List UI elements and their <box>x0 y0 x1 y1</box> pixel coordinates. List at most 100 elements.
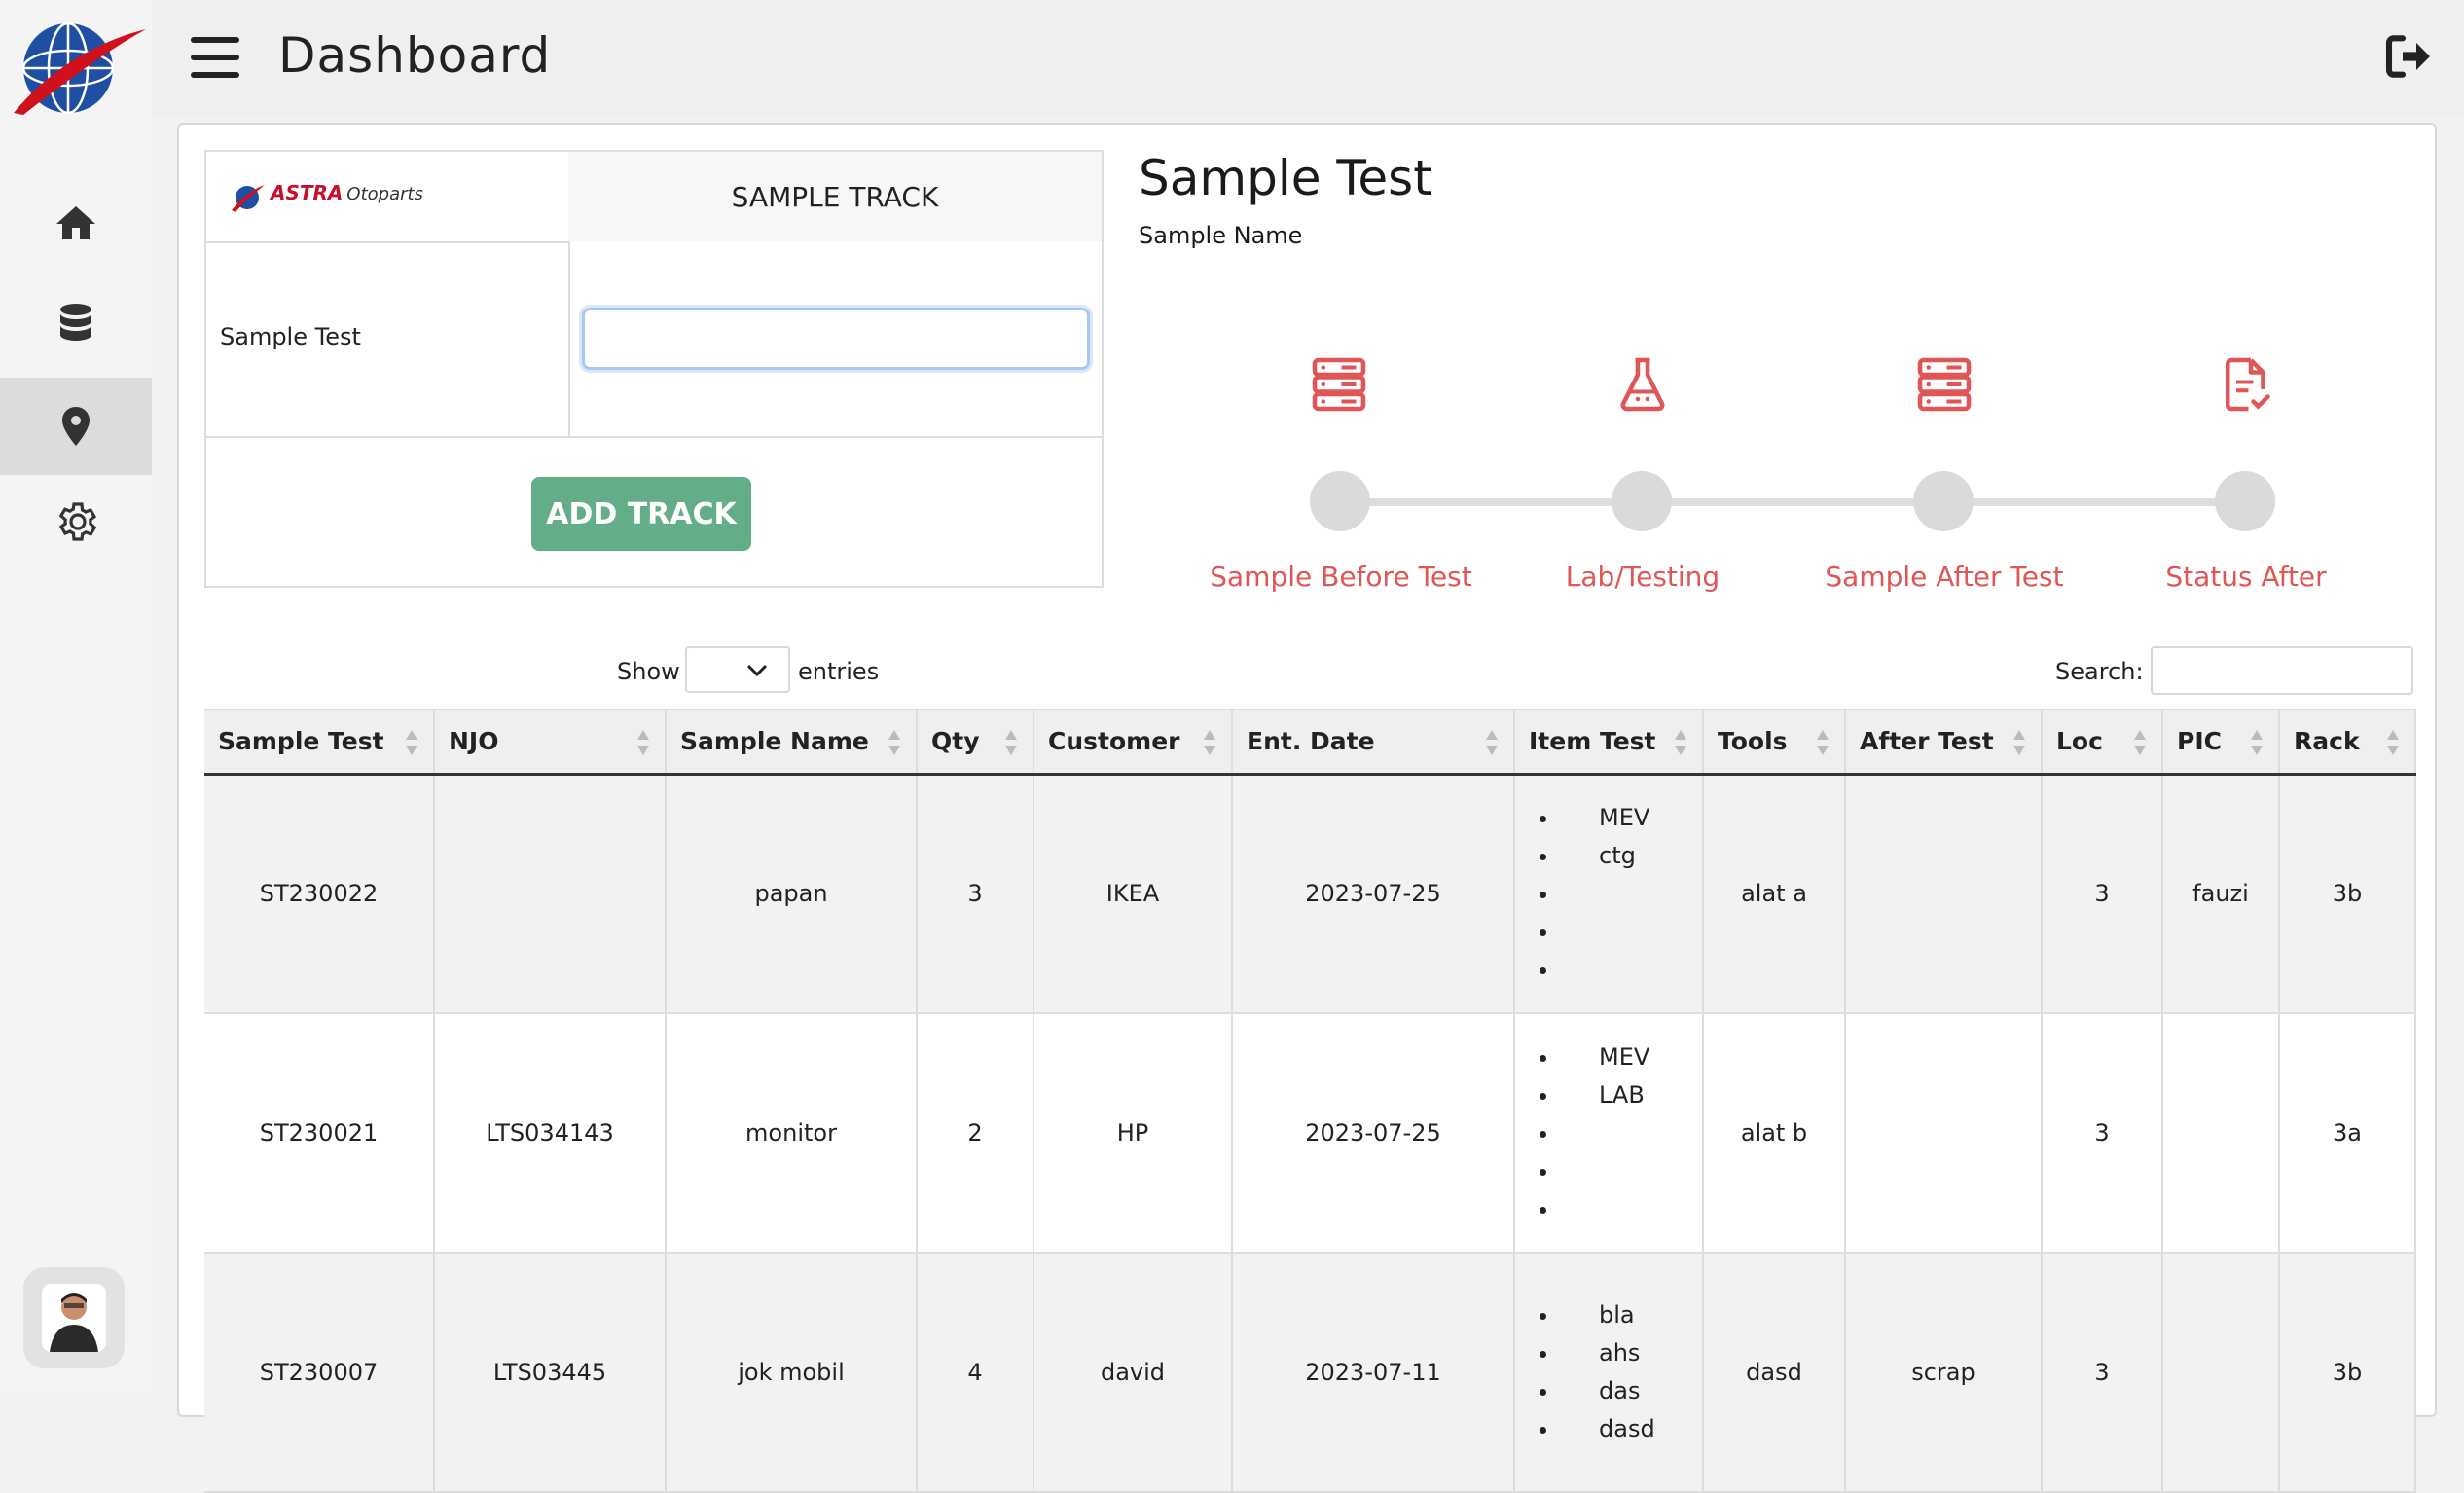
col-header-loc[interactable]: Loc <box>2042 709 2163 776</box>
server-icon <box>1312 357 1366 412</box>
step-label-sample-after-test: Sample After Test <box>1825 561 2064 593</box>
sort-icon <box>406 730 417 755</box>
cell-tools: alat b <box>1703 1013 1846 1254</box>
cell-after-test <box>1845 774 2043 1014</box>
sort-icon <box>637 730 649 755</box>
sidebar-item-settings[interactable] <box>0 473 152 570</box>
sample-test-input[interactable] <box>582 308 1090 370</box>
cell-sample-name: monitor <box>666 1013 918 1254</box>
step-dot-2 <box>1612 471 1672 531</box>
cell-rack: 3b <box>2279 774 2416 1014</box>
col-header-sample-name[interactable]: Sample Name <box>666 709 918 776</box>
database-icon <box>60 304 91 341</box>
cell-loc: 3 <box>2042 1013 2163 1254</box>
cell-qty: 4 <box>917 1253 1034 1493</box>
list-item: MEV <box>1560 799 1701 837</box>
sort-icon <box>2134 730 2146 755</box>
col-header-after-test[interactable]: After Test <box>1845 709 2043 776</box>
user-avatar-button[interactable] <box>23 1267 125 1368</box>
home-icon <box>56 206 95 239</box>
sort-icon <box>2387 730 2399 755</box>
cell-item-test: MEV LAB <box>1514 1013 1704 1254</box>
app-logo[interactable] <box>10 12 146 119</box>
entries-select[interactable] <box>685 646 790 693</box>
add-track-button[interactable]: ADD TRACK <box>531 477 751 551</box>
sidebar <box>0 0 152 1392</box>
sample-test-label: Sample Test <box>220 323 361 350</box>
col-header-tools[interactable]: Tools <box>1703 709 1846 776</box>
logout-icon[interactable] <box>2382 29 2437 84</box>
search-input[interactable] <box>2151 646 2413 695</box>
cell-rack: 3a <box>2279 1013 2416 1254</box>
file-check-icon <box>2226 357 2270 412</box>
step-dot-4 <box>2215 471 2275 531</box>
list-item: MEV <box>1560 1038 1701 1076</box>
cell-sample-name: papan <box>666 774 918 1014</box>
cell-item-test: bla ahs das dasd <box>1514 1253 1704 1493</box>
cell-pic: fauzi <box>2162 774 2280 1014</box>
cell-njo <box>434 774 667 1014</box>
step-label-sample-before-test: Sample Before Test <box>1210 561 1472 593</box>
cell-customer: david <box>1033 1253 1233 1493</box>
step-dot-1 <box>1310 471 1370 531</box>
col-header-rack[interactable]: Rack <box>2279 709 2416 776</box>
table-row[interactable]: ST230021 LTS034143 monitor 2 HP 2023-07-… <box>204 1013 2416 1254</box>
item-test-list: MEV ctg <box>1515 799 1701 989</box>
table-header-row: Sample Test NJO Sample Name Qty Customer… <box>204 709 2416 776</box>
flask-icon <box>1620 357 1665 412</box>
sort-icon <box>1005 730 1017 755</box>
brand-name: ASTRA Otoparts <box>271 181 423 204</box>
cell-qty: 3 <box>917 774 1034 1014</box>
server-icon <box>1917 357 1972 412</box>
col-header-customer[interactable]: Customer <box>1033 709 1233 776</box>
sample-name-subtitle: Sample Name <box>1139 222 1303 249</box>
cell-customer: IKEA <box>1033 774 1233 1014</box>
sample-track-form: ASTRA Otoparts SAMPLE TRACK Sample Test A… <box>204 150 1104 588</box>
cell-pic <box>2162 1013 2280 1254</box>
cell-sample-name: jok mobil <box>666 1253 918 1493</box>
col-header-item-test[interactable]: Item Test <box>1514 709 1704 776</box>
cell-njo: LTS034143 <box>434 1013 667 1254</box>
cell-sample-test: ST230022 <box>204 774 435 1014</box>
top-bar: Dashboard <box>152 0 2464 115</box>
list-item <box>1560 1152 1701 1190</box>
cell-tools: alat a <box>1703 774 1846 1014</box>
show-label: Show <box>617 658 680 685</box>
menu-toggle-button[interactable] <box>191 37 239 78</box>
cell-loc: 3 <box>2042 774 2163 1014</box>
cell-rack: 3b <box>2279 1253 2416 1493</box>
table-row[interactable]: ST230007 LTS03445 jok mobil 4 david 2023… <box>204 1253 2416 1493</box>
sample-track-header: SAMPLE TRACK <box>568 152 1102 241</box>
cell-ent-date: 2023-07-11 <box>1232 1253 1515 1493</box>
cell-after-test: scrap <box>1845 1253 2043 1493</box>
sidebar-item-database[interactable] <box>0 274 152 372</box>
list-item: bla <box>1560 1296 1701 1334</box>
item-test-list: bla ahs das dasd <box>1515 1296 1701 1448</box>
col-header-njo[interactable]: NJO <box>434 709 667 776</box>
item-test-list: MEV LAB <box>1515 1038 1701 1228</box>
hamburger-icon <box>191 37 239 43</box>
cell-ent-date: 2023-07-25 <box>1232 1013 1515 1254</box>
cell-after-test <box>1845 1013 2043 1254</box>
step-dot-3 <box>1913 471 1974 531</box>
list-item <box>1560 1190 1701 1228</box>
samples-table: Sample Test NJO Sample Name Qty Customer… <box>204 709 2416 1493</box>
col-header-qty[interactable]: Qty <box>917 709 1034 776</box>
step-label-lab-testing: Lab/Testing <box>1565 561 1721 593</box>
search-label: Search: <box>2055 658 2144 685</box>
sort-icon <box>1675 730 1686 755</box>
table-row[interactable]: ST230022 papan 3 IKEA 2023-07-25 MEV ctg… <box>204 774 2416 1014</box>
cell-item-test: MEV ctg <box>1514 774 1704 1014</box>
col-header-ent-date[interactable]: Ent. Date <box>1232 709 1515 776</box>
list-item <box>1560 913 1701 951</box>
brand-text: ASTRA <box>271 181 344 204</box>
sort-icon <box>1486 730 1498 755</box>
sidebar-item-home[interactable] <box>0 175 152 273</box>
col-header-pic[interactable]: PIC <box>2162 709 2280 776</box>
map-pin-icon <box>62 407 90 446</box>
gear-icon <box>58 502 97 541</box>
progress-line <box>1339 498 2238 506</box>
sidebar-item-location[interactable] <box>0 378 152 475</box>
list-item: ahs <box>1560 1334 1701 1372</box>
col-header-sample-test[interactable]: Sample Test <box>204 709 435 776</box>
